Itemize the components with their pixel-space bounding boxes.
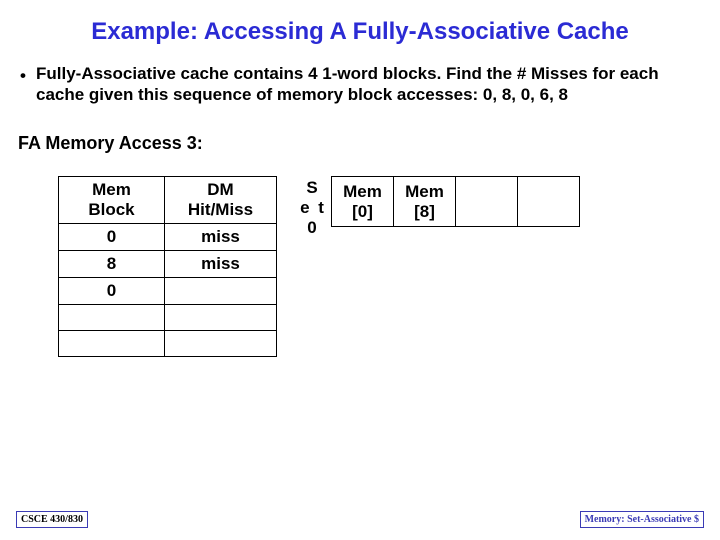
access-cell-block — [59, 331, 165, 357]
table-row: 8 miss — [59, 251, 277, 278]
access-heading: FA Memory Access 3: — [0, 105, 720, 154]
footer-topic: Memory: Set-Associative $ — [580, 511, 704, 528]
bullet-item: • Fully-Associative cache contains 4 1-w… — [20, 64, 700, 105]
set-label-line: 0 — [295, 218, 331, 238]
access-cell-result — [165, 305, 277, 331]
set-label-line: S — [295, 178, 331, 198]
bullet-text: Fully-Associative cache contains 4 1-wor… — [36, 64, 700, 105]
table-row: Mem Block DM Hit/Miss — [59, 177, 277, 224]
bullet-dot-icon: • — [20, 64, 36, 86]
cache-cell: Mem [8] — [394, 177, 456, 227]
access-cell-result — [165, 331, 277, 357]
access-cell-block: 0 — [59, 278, 165, 305]
cache-cell — [518, 177, 580, 227]
cache-cell — [456, 177, 518, 227]
table-row — [59, 305, 277, 331]
footer-course-code: CSCE 430/830 — [16, 511, 88, 528]
access-header-result: DM Hit/Miss — [165, 177, 277, 224]
access-cell-block — [59, 305, 165, 331]
tables-row: Mem Block DM Hit/Miss 0 miss 8 miss 0 S … — [0, 154, 720, 357]
table-row: 0 — [59, 278, 277, 305]
set-label-line: e t — [295, 198, 331, 218]
cache-area: S e t 0 Mem [0] Mem [8] — [295, 176, 580, 237]
access-cell-result: miss — [165, 224, 277, 251]
cache-table: Mem [0] Mem [8] — [331, 176, 580, 227]
access-cell-block: 0 — [59, 224, 165, 251]
access-header-block: Mem Block — [59, 177, 165, 224]
access-cell-block: 8 — [59, 251, 165, 278]
table-row: Mem [0] Mem [8] — [332, 177, 580, 227]
cache-cell: Mem [0] — [332, 177, 394, 227]
slide-title: Example: Accessing A Fully-Associative C… — [0, 0, 720, 54]
access-table: Mem Block DM Hit/Miss 0 miss 8 miss 0 — [58, 176, 277, 357]
table-row: 0 miss — [59, 224, 277, 251]
access-cell-result — [165, 278, 277, 305]
bullet-block: • Fully-Associative cache contains 4 1-w… — [0, 54, 720, 105]
access-cell-result: miss — [165, 251, 277, 278]
cache-set-label: S e t 0 — [295, 176, 331, 237]
table-row — [59, 331, 277, 357]
